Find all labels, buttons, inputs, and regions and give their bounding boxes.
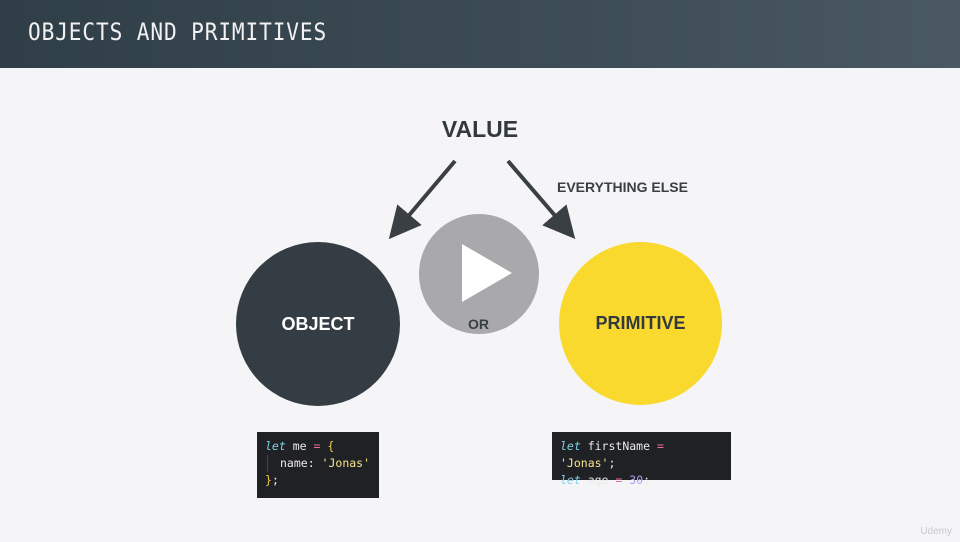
code-indent: name: 'Jonas' [267,455,370,472]
code-brace: } [265,473,272,487]
code-identifier: age [580,473,616,487]
code-line: let age = 30; [560,472,723,489]
arrow-to-primitive [506,159,576,240]
code-string: 'Jonas' [560,456,609,470]
code-keyword: let [560,473,581,487]
code-semicolon: ; [643,473,651,487]
play-icon[interactable] [462,244,512,302]
code-operator: = [656,439,664,453]
code-brace: { [320,439,335,453]
or-label: OR [468,316,489,332]
primitive-code-snippet: let firstName = 'Jonas'; let age = 30; [552,432,731,487]
code-key: name: [280,456,322,470]
arrow-to-object [388,159,457,240]
code-identifier: firstName [580,439,657,453]
primitive-label: PRIMITIVE [595,313,686,333]
udemy-watermark: Udemy [920,526,952,537]
code-identifier: me [285,439,314,453]
code-line: let me = { [265,438,371,455]
code-semicolon: ; [271,473,279,487]
code-line: }; [265,472,371,489]
object-label: OBJECT [281,313,355,334]
primitive-circle: PRIMITIVE [559,242,722,405]
code-line: name: 'Jonas' [265,455,371,472]
code-line: let firstName = 'Jonas'; [560,438,723,472]
code-string: 'Jonas' [321,456,371,470]
object-circle: OBJECT [236,242,400,406]
object-code-snippet: let me = { name: 'Jonas' }; [257,432,379,498]
code-keyword: let [265,439,286,453]
code-semicolon: ; [608,456,616,470]
code-keyword: let [560,439,581,453]
code-number: 30 [622,473,644,487]
